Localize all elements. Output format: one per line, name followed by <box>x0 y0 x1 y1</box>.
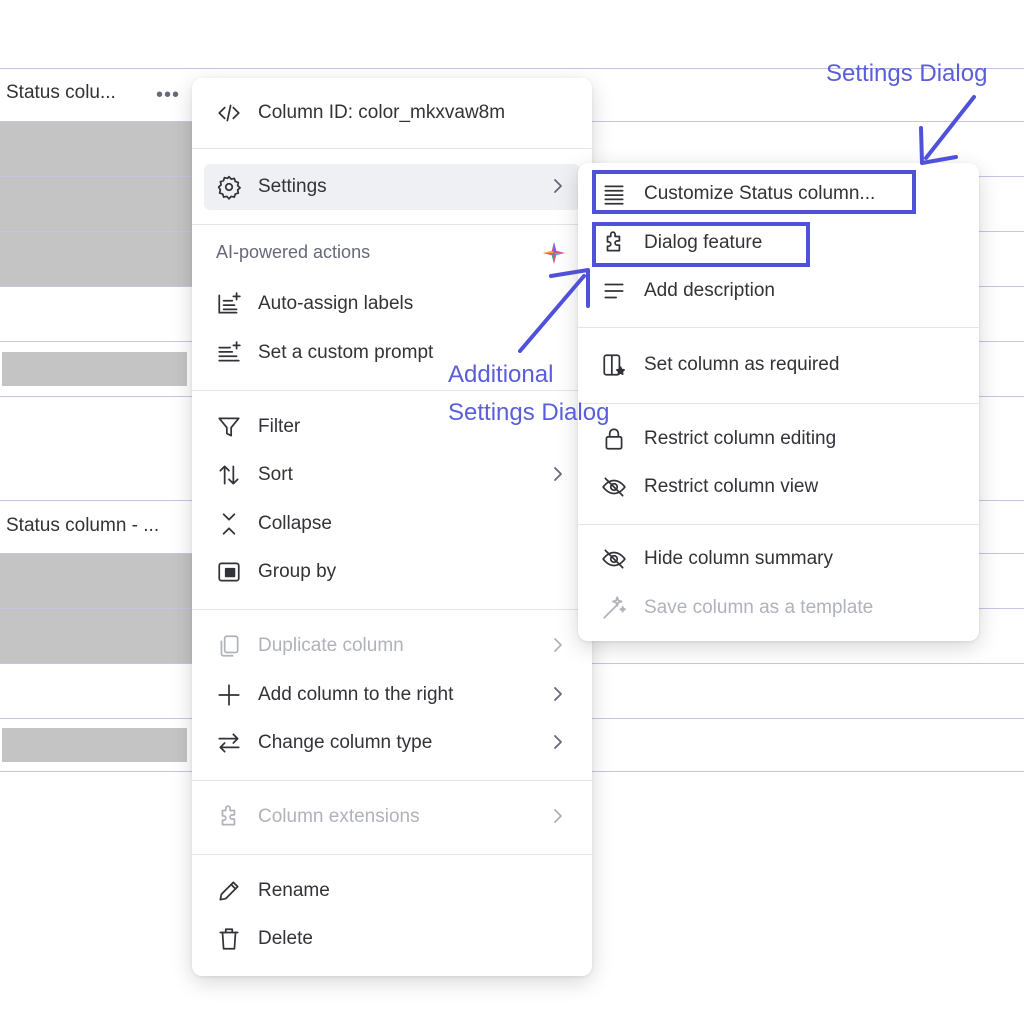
column-id-label: Column ID: color_mkxvaw8m <box>258 102 506 123</box>
code-icon <box>214 98 244 128</box>
dialog-feature-highlight-box <box>592 222 810 267</box>
sort-icon <box>214 460 244 490</box>
swap-icon <box>214 728 244 758</box>
chevron-right-icon <box>554 809 562 823</box>
puzzle-icon <box>214 802 244 832</box>
divider <box>578 327 979 328</box>
auto-assign-labels-item[interactable]: Auto-assign labels <box>204 281 580 327</box>
change-column-type-label: Change column type <box>258 732 433 753</box>
add-description-label: Add description <box>644 280 775 301</box>
column-context-menu: Column ID: color_mkxvaw8m Settings AI-po… <box>192 78 592 976</box>
restrict-view-label: Restrict column view <box>644 476 819 497</box>
eye-slash-icon <box>600 545 628 573</box>
status-cell[interactable] <box>2 728 187 762</box>
required-column-icon <box>600 351 628 379</box>
magic-wand-icon <box>600 594 628 622</box>
filter-label: Filter <box>258 416 301 437</box>
rename-item[interactable]: Rename <box>204 868 580 914</box>
sort-label: Sort <box>258 464 293 485</box>
chevron-right-icon <box>554 638 562 652</box>
divider <box>192 390 592 391</box>
duplicate-column-label: Duplicate column <box>258 635 404 656</box>
divider <box>192 780 592 781</box>
ai-sparkle-icon <box>543 242 565 264</box>
delete-label: Delete <box>258 928 313 949</box>
column-extensions-item[interactable]: Column extensions <box>204 794 580 840</box>
delete-item[interactable]: Delete <box>204 916 580 962</box>
text-lines-icon <box>600 277 628 305</box>
column-header-status-1[interactable]: Status colu... <box>6 82 116 104</box>
set-required-label: Set column as required <box>644 354 840 375</box>
chevron-right-icon <box>554 687 562 701</box>
rename-label: Rename <box>258 880 330 901</box>
divider <box>192 854 592 855</box>
status-cell[interactable] <box>0 122 198 176</box>
hide-summary-item[interactable]: Hide column summary <box>592 537 965 581</box>
sort-item[interactable]: Sort <box>204 452 580 498</box>
settings-dialog-arrow-icon <box>919 95 976 165</box>
settings-item[interactable]: Settings <box>204 164 580 210</box>
group-by-item[interactable]: Group by <box>204 549 580 595</box>
auto-assign-label: Auto-assign labels <box>258 293 414 314</box>
trash-icon <box>214 924 244 954</box>
customize-highlight-box <box>592 170 916 214</box>
save-template-item[interactable]: Save column as a template <box>592 586 965 630</box>
group-by-icon <box>214 557 244 587</box>
divider <box>192 224 592 225</box>
lock-icon <box>600 425 628 453</box>
collapse-icon <box>214 509 244 539</box>
gear-icon <box>214 172 244 202</box>
restrict-editing-label: Restrict column editing <box>644 428 837 449</box>
add-column-right-item[interactable]: Add column to the right <box>204 672 580 718</box>
settings-label: Settings <box>258 176 327 197</box>
column-extensions-label: Column extensions <box>258 806 420 827</box>
plus-icon <box>214 680 244 710</box>
add-description-item[interactable]: Add description <box>592 269 965 313</box>
chevron-right-icon <box>554 467 562 481</box>
column-header-status-2[interactable]: Status column - ... <box>6 515 159 537</box>
filter-icon <box>214 412 244 442</box>
chevron-right-icon <box>554 735 562 749</box>
status-cell[interactable] <box>0 554 198 608</box>
custom-prompt-icon <box>214 338 244 368</box>
column-id-item[interactable]: Column ID: color_mkxvaw8m <box>204 90 580 136</box>
duplicate-icon <box>214 631 244 661</box>
settings-dialog-annotation: Settings Dialog <box>826 60 988 87</box>
status-cell[interactable] <box>2 352 187 386</box>
hide-summary-label: Hide column summary <box>644 548 833 569</box>
custom-prompt-label: Set a custom prompt <box>258 342 434 363</box>
divider <box>192 609 592 610</box>
set-required-item[interactable]: Set column as required <box>592 343 965 387</box>
eye-slash-icon <box>600 473 628 501</box>
restrict-view-item[interactable]: Restrict column view <box>592 465 965 509</box>
divider <box>578 403 979 404</box>
add-column-right-label: Add column to the right <box>258 684 454 705</box>
more-options-icon[interactable]: ••• <box>156 84 180 107</box>
auto-assign-icon <box>214 289 244 319</box>
save-template-label: Save column as a template <box>644 597 874 618</box>
group-by-label: Group by <box>258 561 337 582</box>
collapse-item[interactable]: Collapse <box>204 501 580 547</box>
additional-settings-annotation-line1: Additional <box>448 361 554 388</box>
duplicate-column-item[interactable]: Duplicate column <box>204 623 580 669</box>
additional-settings-annotation-line2: Settings Dialog <box>448 399 610 426</box>
divider <box>192 148 592 149</box>
restrict-editing-item[interactable]: Restrict column editing <box>592 417 965 461</box>
status-cell[interactable] <box>0 609 198 663</box>
ai-actions-heading: AI-powered actions <box>216 242 371 262</box>
collapse-label: Collapse <box>258 513 332 534</box>
status-cell[interactable] <box>0 177 198 231</box>
status-cell[interactable] <box>0 232 198 286</box>
divider <box>578 524 979 525</box>
pencil-icon <box>214 876 244 906</box>
change-column-type-item[interactable]: Change column type <box>204 720 580 766</box>
chevron-right-icon <box>554 179 562 193</box>
